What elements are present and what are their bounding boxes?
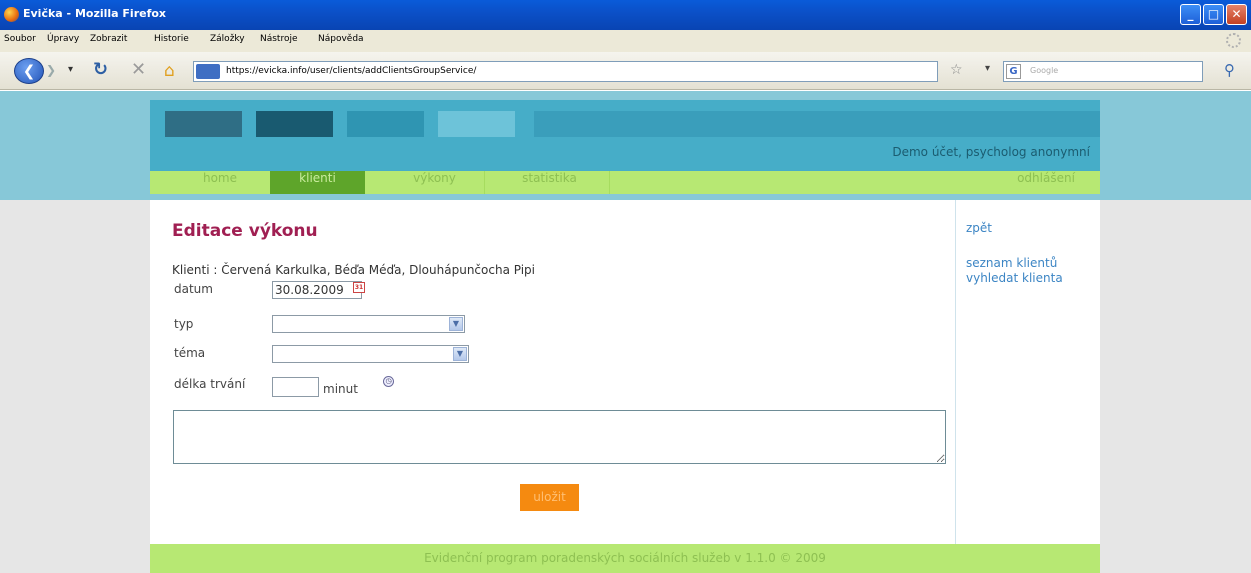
search-magnifier-icon[interactable]: ⚲ [1224, 61, 1235, 79]
date-field[interactable] [272, 281, 362, 299]
back-link[interactable]: zpět [966, 221, 992, 235]
calendar-icon[interactable]: 31 [353, 282, 365, 293]
nav-klienti[interactable]: klienti [270, 171, 365, 194]
header-block [438, 111, 515, 137]
typ-label: typ [174, 317, 194, 331]
duration-label: délka trvání [174, 377, 246, 391]
stop-icon[interactable]: ✕ [131, 59, 146, 80]
header-block [165, 111, 242, 137]
firefox-icon [4, 7, 19, 22]
search-placeholder: Google [1030, 66, 1059, 75]
menu-soubor[interactable]: Soubor [4, 34, 36, 44]
site-identity-icon[interactable] [196, 64, 220, 79]
address-url: https://evicka.info/user/clients/addClie… [226, 66, 477, 76]
maximize-button[interactable]: □ [1203, 4, 1224, 25]
window-title: Evička - Mozilla Firefox [23, 7, 167, 20]
menubar: Soubor Úpravy Zobrazit Historie Záložky … [0, 30, 1251, 52]
header-block [256, 111, 333, 137]
user-info: Demo účet, psycholog anonymní [892, 145, 1090, 159]
header-block [347, 111, 424, 137]
menu-zalozky[interactable]: Záložky [210, 34, 245, 44]
navigation-toolbar: ❮ ❯ ▾ ↻ ✕ ⌂ https://evicka.info/user/cli… [0, 52, 1251, 90]
chevron-down-icon[interactable]: ▼ [449, 317, 463, 331]
search-input[interactable]: G Google [1003, 61, 1203, 82]
home-icon[interactable]: ⌂ [164, 61, 175, 81]
throbber-icon [1226, 33, 1241, 48]
site-header: Demo účet, psycholog anonymní [150, 100, 1100, 171]
minut-label: minut [323, 382, 358, 396]
menu-upravy[interactable]: Úpravy [47, 34, 79, 44]
forward-button[interactable]: ❯ [46, 63, 62, 79]
search-client-link[interactable]: vyhledat klienta [966, 271, 1063, 285]
bookmark-star-icon[interactable]: ☆ [950, 62, 963, 78]
main-content: Editace výkonu Klienti : Červená Karkulk… [150, 200, 955, 544]
tema-select[interactable]: ▼ [272, 345, 469, 363]
history-dropdown-icon[interactable]: ▾ [68, 64, 73, 75]
address-bar[interactable]: https://evicka.info/user/clients/addClie… [193, 61, 938, 82]
search-engine-dropdown-icon[interactable]: ▾ [985, 63, 990, 74]
duration-field[interactable] [272, 377, 319, 397]
page-title: Editace výkonu [172, 221, 318, 241]
reload-icon[interactable]: ↻ [93, 59, 108, 80]
save-button[interactable]: uložit [520, 484, 579, 511]
clock-icon[interactable]: ◷ [383, 376, 394, 387]
window-titlebar: Evička - Mozilla Firefox _ □ ✕ [0, 0, 1251, 30]
nav-home[interactable]: home [180, 171, 260, 194]
note-textarea[interactable] [173, 410, 946, 464]
web-page: Demo účet, psycholog anonymní home klien… [0, 91, 1251, 573]
menu-zobrazit[interactable]: Zobrazit [90, 34, 127, 44]
nav-statistika[interactable]: statistika [490, 171, 610, 194]
menu-nastroje[interactable]: Nástroje [260, 34, 298, 44]
client-list-link[interactable]: seznam klientů [966, 256, 1057, 270]
minimize-button[interactable]: _ [1180, 4, 1201, 25]
menu-napoveda[interactable]: Nápověda [318, 34, 364, 44]
main-navigation: home klienti výkony statistika odhlášení [150, 171, 1100, 194]
nav-logout[interactable]: odhlášení [1006, 171, 1086, 194]
tema-label: téma [174, 346, 206, 360]
close-button[interactable]: ✕ [1226, 4, 1247, 25]
nav-vykony[interactable]: výkony [385, 171, 485, 194]
menu-historie[interactable]: Historie [154, 34, 189, 44]
clients-list-text: Klienti : Červená Karkulka, Béďa Méďa, D… [172, 263, 535, 277]
chevron-down-icon[interactable]: ▼ [453, 347, 467, 361]
google-icon[interactable]: G [1006, 64, 1021, 79]
sidebar: zpět seznam klientů vyhledat klienta [955, 200, 1100, 544]
back-button[interactable]: ❮ [14, 58, 44, 84]
typ-select[interactable]: ▼ [272, 315, 465, 333]
header-block [534, 111, 1100, 137]
datum-label: datum [174, 282, 213, 296]
footer: Evidenční program poradenských sociálníc… [150, 544, 1100, 573]
